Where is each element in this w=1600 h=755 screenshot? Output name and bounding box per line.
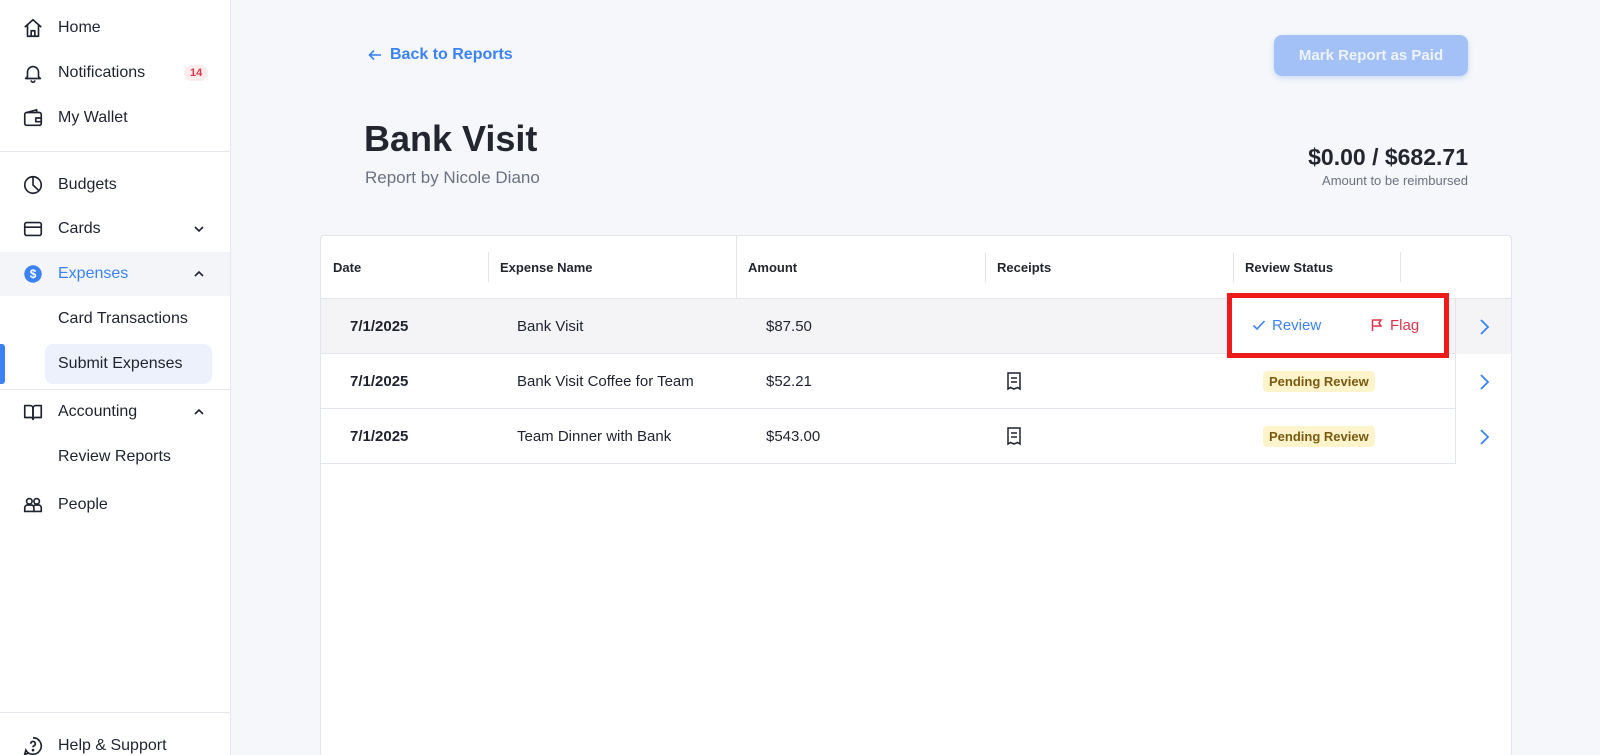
nav-my-wallet[interactable]: My Wallet [0, 96, 230, 140]
receipt-icon[interactable] [1004, 371, 1024, 391]
nav-expenses-label: Expenses [58, 265, 129, 282]
row-date: 7/1/2025 [350, 318, 409, 335]
row-open-button[interactable] [1455, 299, 1511, 354]
reimbursement-total-label: Amount to be reimbursed [1322, 173, 1468, 188]
nav-accounting-label: Accounting [58, 403, 138, 420]
row-date: 7/1/2025 [350, 428, 409, 445]
page-title: Bank Visit [364, 118, 538, 159]
back-to-reports-link[interactable]: Back to Reports [368, 44, 513, 66]
pie-chart-icon [22, 174, 44, 196]
nav-help-support[interactable]: Help & Support [0, 724, 230, 755]
table-header: Date Expense Name Amount Receipts Review… [321, 236, 1511, 299]
row-open-button[interactable] [1455, 354, 1511, 409]
row-expense-name: Bank Visit Coffee for Team [517, 373, 694, 390]
row-open-button[interactable] [1455, 409, 1511, 464]
dollar-circle-icon: $ [22, 263, 44, 285]
column-header-date[interactable]: Date [333, 236, 361, 299]
nav-expenses[interactable]: $ Expenses [0, 252, 230, 296]
sidebar: Home Notifications 14 My Wallet Budgets … [0, 0, 231, 755]
nav-home-label: Home [58, 19, 101, 36]
notification-count-badge: 14 [184, 65, 209, 81]
nav-help-label: Help & Support [58, 737, 167, 754]
status-badge: Pending Review [1263, 426, 1375, 447]
sidebar-divider [0, 151, 230, 152]
nav-cards-label: Cards [58, 220, 101, 237]
column-separator [1400, 252, 1401, 282]
chevron-up-icon [194, 408, 204, 415]
wallet-icon [22, 107, 44, 129]
nav-people-label: People [58, 496, 108, 513]
report-author: Report by Nicole Diano [365, 168, 540, 187]
nav-notifications[interactable]: Notifications 14 [0, 51, 230, 95]
chevron-right-icon [1479, 428, 1489, 445]
nav-cards[interactable]: Cards [0, 207, 230, 251]
sidebar-item-review-reports[interactable]: Review Reports [45, 437, 212, 477]
nav-notifications-label: Notifications [58, 64, 146, 81]
table-row[interactable]: 7/1/2025 Team Dinner with Bank $543.00 P… [321, 409, 1511, 464]
help-icon [22, 735, 44, 755]
mark-report-paid-button[interactable]: Mark Report as Paid [1274, 35, 1468, 76]
status-badge: Pending Review [1263, 371, 1375, 392]
nav-accounting[interactable]: Accounting [0, 390, 230, 434]
row-amount: $543.00 [766, 428, 821, 445]
review-actions-highlight: Review Flag [1227, 293, 1449, 358]
sidebar-divider [0, 712, 230, 713]
back-to-reports-label: Back to Reports [390, 46, 513, 63]
review-button-label: Review [1272, 316, 1322, 334]
bell-icon [22, 62, 44, 84]
nav-budgets[interactable]: Budgets [0, 163, 230, 207]
chevron-right-icon [1479, 318, 1489, 335]
arrow-left-icon [368, 49, 381, 61]
column-header-expense-name[interactable]: Expense Name [500, 236, 593, 299]
nav-budgets-label: Budgets [58, 176, 117, 193]
column-header-review-status[interactable]: Review Status [1245, 236, 1333, 299]
chevron-up-icon [194, 270, 204, 277]
column-separator [1233, 252, 1234, 282]
column-header-amount[interactable]: Amount [748, 236, 797, 299]
people-icon [22, 494, 44, 516]
chevron-right-icon [1479, 373, 1489, 390]
row-expense-name: Bank Visit [517, 318, 584, 335]
reimbursement-total: $0.00 / $682.71 [1308, 144, 1468, 170]
sidebar-item-card-transactions[interactable]: Card Transactions [45, 299, 212, 339]
flag-icon [1371, 319, 1383, 331]
nav-home[interactable]: Home [0, 6, 230, 50]
receipt-icon[interactable] [1004, 426, 1024, 446]
column-separator [488, 252, 489, 282]
row-amount: $87.50 [766, 318, 812, 335]
credit-card-icon [22, 218, 44, 240]
table-row[interactable]: 7/1/2025 Bank Visit Coffee for Team $52.… [321, 354, 1511, 409]
row-amount: $52.21 [766, 373, 812, 390]
column-separator [736, 236, 737, 299]
row-expense-name: Team Dinner with Bank [517, 428, 672, 445]
review-button[interactable]: Review [1252, 314, 1321, 336]
nav-people[interactable]: People [0, 483, 230, 527]
nav-my-wallet-label: My Wallet [58, 109, 128, 126]
column-header-receipts[interactable]: Receipts [997, 236, 1051, 299]
active-indicator [0, 344, 5, 384]
check-icon [1252, 320, 1266, 331]
book-icon [22, 401, 44, 423]
flag-button-label: Flag [1390, 316, 1420, 334]
flag-button[interactable]: Flag [1370, 314, 1419, 336]
column-separator [985, 252, 986, 282]
row-date: 7/1/2025 [350, 373, 409, 390]
home-icon [22, 17, 44, 39]
svg-text:$: $ [30, 267, 37, 281]
chevron-down-icon [194, 226, 204, 233]
sidebar-item-submit-expenses[interactable]: Submit Expenses [45, 344, 212, 384]
